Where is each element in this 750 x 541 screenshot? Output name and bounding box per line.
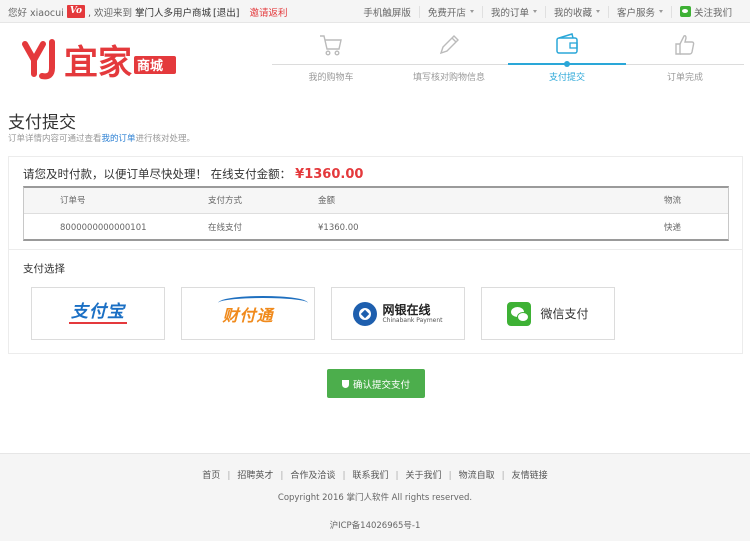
welcome-prefix: , 欢迎来到: [87, 7, 133, 19]
confirm-payment-button[interactable]: 确认提交支付: [327, 369, 425, 398]
chevron-down-icon: [532, 10, 537, 13]
tenpay-logo: 财付通: [218, 295, 309, 326]
top-my-orders-menu[interactable]: 我的订单: [481, 5, 545, 19]
wallet-icon: [556, 33, 578, 54]
payment-message-text: 请您及时付款，以便订单尽快处理！ 在线支付金额：: [23, 167, 292, 181]
step-complete: 订单完成: [626, 30, 744, 86]
thumbs-up-icon: [675, 35, 695, 55]
wechat-pay-logo: 微信支付: [507, 301, 589, 326]
icp-number[interactable]: 沪ICP备14026965号-1: [0, 519, 750, 531]
my-orders-link[interactable]: 我的订单: [102, 134, 136, 144]
footer-link-contact[interactable]: 联系我们: [345, 468, 395, 481]
step-label: 我的购物车: [308, 73, 354, 83]
table-header-row: 订单号 支付方式 金额 物流: [24, 188, 728, 214]
chevron-down-icon: [469, 10, 474, 13]
top-bar-left: 您好 xiaocui Vo , 欢迎来到 掌门人多用户商城 [退出] 邀请返利: [8, 4, 287, 19]
chinabank-icon: [353, 301, 378, 326]
vip-badge: Vo: [66, 5, 85, 18]
logo-text: 宜家: [64, 43, 132, 82]
site-logo[interactable]: 宜家 商城: [22, 38, 202, 83]
payment-panel: 请您及时付款，以便订单尽快处理！ 在线支付金额： ¥1360.00 订单号 支付…: [8, 156, 743, 354]
top-open-store-menu[interactable]: 免费开店: [418, 5, 482, 19]
step-label: 订单完成: [666, 73, 703, 83]
step-payment: 支付提交: [508, 30, 626, 86]
alipay-logo: 支付宝: [69, 302, 127, 324]
col-order-no: 订单号: [60, 196, 86, 206]
cell-pay-method: 在线支付: [208, 223, 243, 233]
site-name: 掌门人多用户商城: [135, 7, 212, 19]
tenpay-arc: [218, 295, 309, 310]
footer: 首页 | 招聘英才 | 合作及洽谈 | 联系我们 | 关于我们 | 物流自取 | 友情链接 Copyri…: [0, 453, 750, 541]
invite-link[interactable]: 邀请返利: [249, 5, 287, 19]
subtitle-suffix: 进行核对处理。: [135, 134, 196, 144]
top-service-label: 客户服务: [616, 7, 655, 19]
step-active-dot: [564, 61, 570, 67]
footer-link-home[interactable]: 首页: [195, 468, 227, 481]
pay-option-alipay[interactable]: 支付宝: [31, 287, 165, 340]
cart-icon: [320, 35, 342, 56]
top-service-menu[interactable]: 客户服务: [607, 5, 671, 19]
top-my-orders-label: 我的订单: [490, 7, 529, 19]
order-table: 订单号 支付方式 金额 物流 8000000000000101 在线支付 ¥13…: [23, 186, 729, 241]
chinabank-sublabel: Chinabank Payment: [382, 316, 443, 324]
col-amount: 金额: [318, 196, 336, 206]
top-mobile-link[interactable]: 手机触屏版: [355, 6, 419, 19]
chevron-down-icon: [658, 10, 663, 13]
footer-link-about[interactable]: 关于我们: [399, 468, 449, 481]
subtitle-prefix: 订单详情内容可通过查看: [8, 134, 102, 144]
logo-tag: 商城: [137, 58, 163, 74]
pay-option-chinabank[interactable]: 网银在线 Chinabank Payment: [331, 287, 465, 340]
page-title: 支付提交: [8, 113, 76, 133]
top-open-store-label: 免费开店: [427, 7, 466, 19]
greeting: 您好 xiaocui: [8, 7, 64, 19]
wechat-icon: [679, 6, 691, 17]
logout-link[interactable]: [退出]: [213, 5, 239, 19]
top-favorites-label: 我的收藏: [553, 7, 592, 19]
cell-amount: ¥1360.00: [318, 223, 359, 233]
shield-icon: [341, 379, 349, 388]
checkout-steps: 我的购物车 填写核对购物信息 支付提交 订单完成: [272, 30, 744, 86]
step-cart: 我的购物车: [272, 30, 390, 86]
col-pay-method: 支付方式: [208, 196, 243, 206]
cell-logistics: 快递: [664, 223, 682, 233]
step-fill-info: 填写核对购物信息: [390, 30, 508, 86]
top-bar: 您好 xiaocui Vo , 欢迎来到 掌门人多用户商城 [退出] 邀请返利 …: [0, 0, 750, 23]
copyright: Copyright 2016 掌门人软件 All rights reserved…: [277, 493, 473, 503]
footer-link-friends[interactable]: 友情链接: [505, 468, 555, 481]
payment-message: 请您及时付款，以便订单尽快处理！ 在线支付金额： ¥1360.00: [23, 166, 363, 182]
footer-links: 首页 | 招聘英才 | 合作及洽谈 | 联系我们 | 关于我们 | 物流自取 | 友情链接: [0, 468, 750, 481]
chinabank-text: 网银在线 Chinabank Payment: [382, 303, 442, 325]
top-follow-us[interactable]: 关注我们: [670, 5, 740, 19]
chinabank-logo: 网银在线 Chinabank Payment: [353, 301, 443, 326]
table-row: 8000000000000101 在线支付 ¥1360.00 快递: [24, 215, 728, 241]
payment-choice-title: 支付选择: [23, 263, 65, 275]
payment-amount: ¥1360.00: [295, 167, 364, 182]
pay-option-wechat[interactable]: 微信支付: [481, 287, 615, 340]
footer-link-jobs[interactable]: 招聘英才: [230, 468, 280, 481]
wechat-pay-label: 微信支付: [540, 307, 589, 321]
confirm-payment-label: 确认提交支付: [352, 379, 410, 391]
pay-option-tenpay[interactable]: 财付通: [181, 287, 315, 340]
top-favorites-menu[interactable]: 我的收藏: [544, 5, 608, 19]
pencil-icon: [439, 35, 459, 55]
cell-order-no: 8000000000000101: [60, 223, 147, 233]
chevron-down-icon: [595, 10, 600, 13]
top-follow-label: 关注我们: [693, 7, 732, 19]
logo-graphic: 宜家 商城: [22, 39, 176, 83]
footer-link-cooperation[interactable]: 合作及洽谈: [283, 468, 342, 481]
col-logistics: 物流: [664, 196, 682, 206]
page-subtitle: 订单详情内容可通过查看我的订单进行核对处理。: [8, 132, 195, 144]
footer-link-pickup[interactable]: 物流自取: [452, 468, 502, 481]
wechat-icon: [507, 301, 532, 326]
top-bar-right: 手机触屏版 免费开店 我的订单 我的收藏 客户服务 关注我们: [355, 4, 740, 19]
divider: [9, 249, 742, 250]
step-label: 填写核对购物信息: [412, 73, 485, 83]
step-label: 支付提交: [548, 73, 585, 83]
top-mobile-label: 手机触屏版: [363, 7, 411, 19]
chinabank-label: 网银在线: [382, 302, 431, 317]
